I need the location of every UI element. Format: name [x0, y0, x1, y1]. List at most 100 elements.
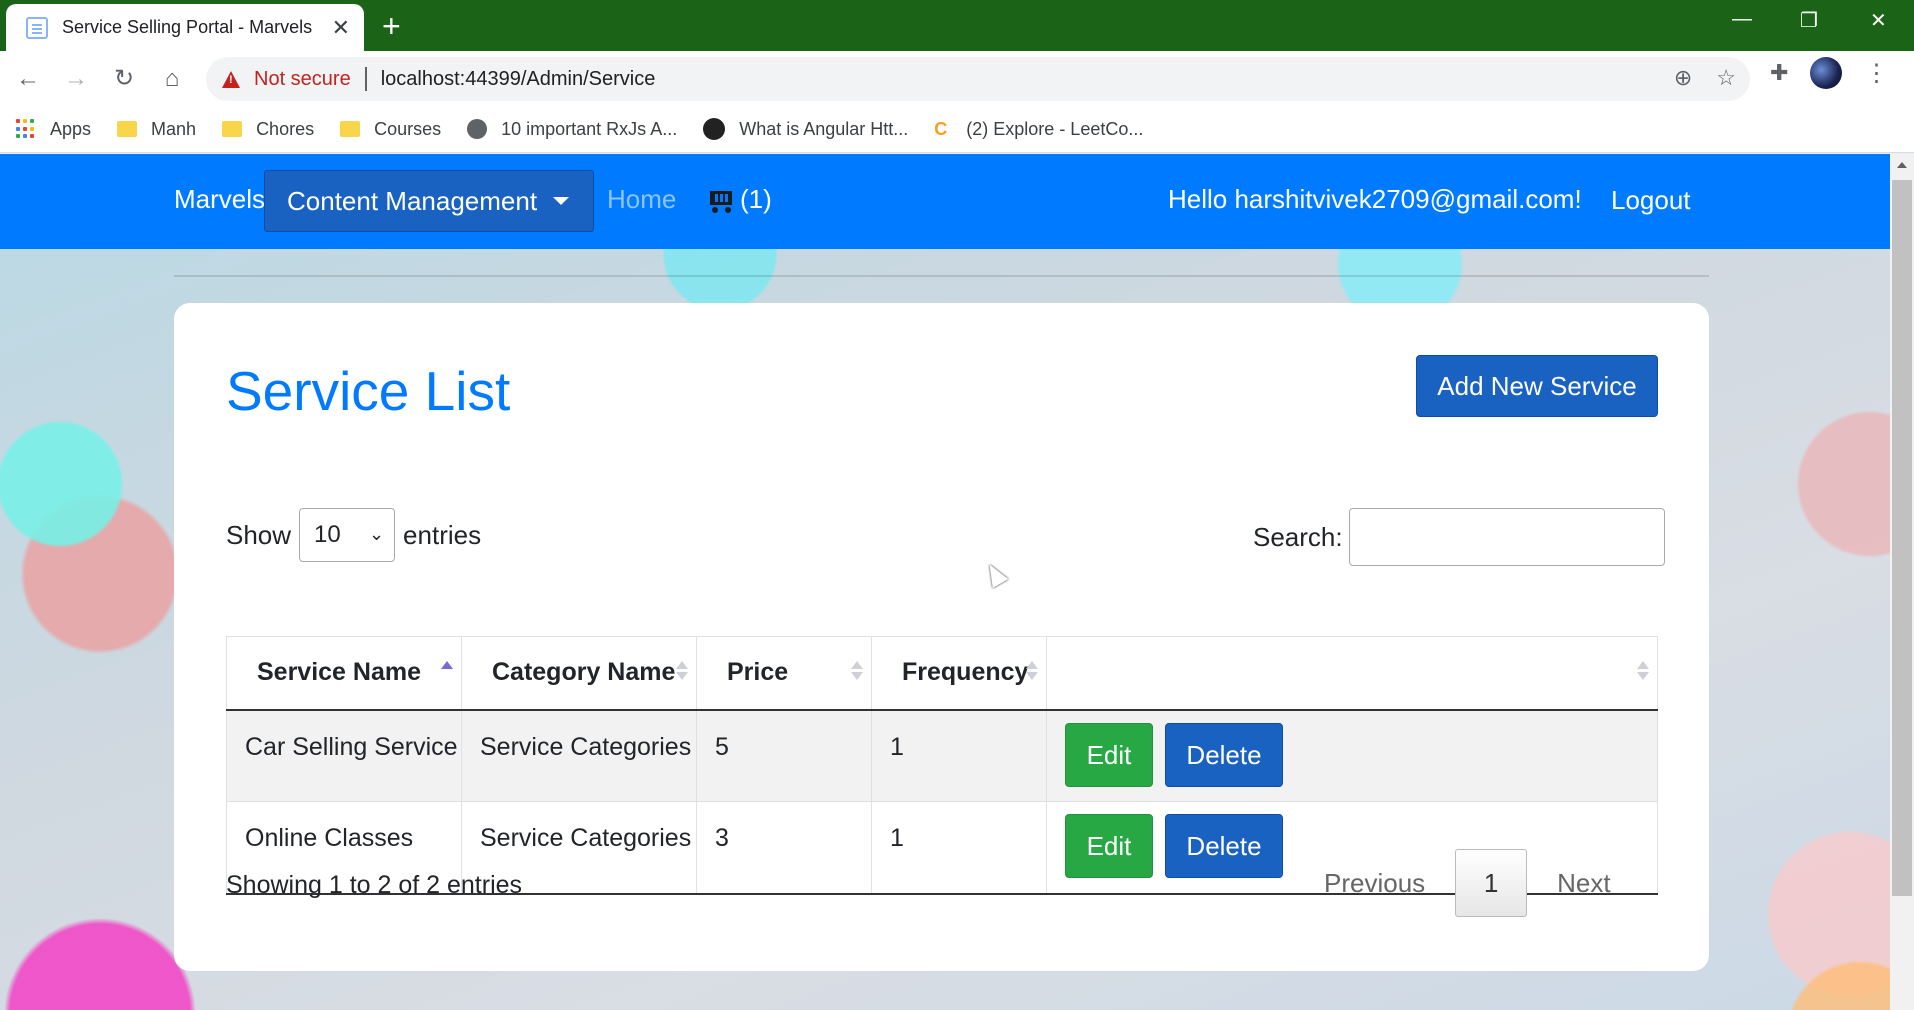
edit-button[interactable]: Edit	[1065, 814, 1153, 878]
column-header-actions[interactable]	[1046, 636, 1658, 711]
new-tab-icon[interactable]: +	[382, 8, 401, 45]
cell-frequency: 1	[871, 709, 1047, 802]
profile-avatar[interactable]	[1810, 57, 1843, 89]
browser-menu-icon[interactable]: ⋮	[1864, 59, 1888, 88]
show-label: Show	[226, 519, 292, 550]
address-bar[interactable]: Not secure localhost:44399/Admin/Service…	[206, 57, 1750, 101]
pagination: Previous 1 Next	[1324, 849, 1611, 917]
divider	[364, 67, 367, 91]
browser-toolbar: ← → ↻ ⌂ Not secure localhost:44399/Admin…	[0, 51, 1914, 106]
previous-page-button[interactable]: Previous	[1324, 868, 1455, 899]
sort-icon	[851, 661, 863, 685]
folder-icon	[117, 121, 138, 137]
folder-icon	[340, 121, 361, 137]
user-greeting[interactable]: Hello harshitvivek2709@gmail.com!	[1168, 184, 1582, 215]
extensions-icon[interactable]: ✚	[1770, 60, 1788, 86]
sort-icon	[1026, 661, 1038, 685]
page-scrollbar[interactable]	[1890, 154, 1914, 1010]
bookmarks-bar: Apps Manh Chores Courses 10 important Rx…	[0, 106, 1914, 153]
browser-tab-active[interactable]: Service Selling Portal - Marvels ✕	[6, 4, 364, 51]
table-row: Car Selling Service Service Categories 5…	[226, 709, 1658, 802]
cart-icon	[706, 187, 734, 213]
bookmark-leetcode[interactable]: C (2) Explore - LeetCo...	[934, 119, 1143, 140]
bookmark-folder-manh[interactable]: Manh	[117, 119, 196, 140]
bookmark-label: (2) Explore - LeetCo...	[966, 118, 1144, 139]
tab-title: Service Selling Portal - Marvels	[62, 17, 313, 37]
select-value: 10	[314, 521, 341, 548]
table-search: Search:	[1253, 508, 1665, 566]
logout-link[interactable]: Logout	[1611, 185, 1691, 216]
url-text[interactable]: localhost:44399/Admin/Service	[381, 68, 656, 91]
service-list-card: Service List Add New Service Show 10 ⌄ e…	[174, 303, 1709, 971]
column-header-service-name[interactable]: Service Name	[226, 636, 462, 711]
bookmark-star-icon[interactable]: ☆	[1716, 65, 1736, 91]
brand-link[interactable]: Marvels	[174, 184, 265, 215]
security-label[interactable]: Not secure	[254, 68, 351, 91]
column-header-label: Category Name	[492, 658, 676, 687]
browser-tab-strip: Service Selling Portal - Marvels ✕ + — ❐…	[0, 0, 1914, 51]
bookmark-rxjs[interactable]: 10 important RxJs A...	[467, 119, 677, 140]
table-header-row: Service Name Category Name Price Frequen…	[226, 636, 1658, 711]
entries-per-page-select[interactable]: 10 ⌄	[299, 508, 396, 562]
page-button-current[interactable]: 1	[1455, 849, 1528, 917]
warning-icon[interactable]	[222, 70, 240, 88]
site-navbar: Marvels Content Management Home (1) Hell…	[0, 154, 1890, 249]
caret-down-icon	[553, 197, 570, 205]
cart-link[interactable]: (1)	[706, 184, 772, 215]
entries-label: entries	[403, 519, 482, 550]
column-header-category-name[interactable]: Category Name	[461, 636, 697, 711]
cell-price: 3	[696, 801, 872, 895]
delete-button[interactable]: Delete	[1165, 814, 1283, 878]
cell-frequency: 1	[871, 801, 1047, 895]
home-icon[interactable]: ⌂	[148, 55, 196, 103]
window-close-icon[interactable]: ✕	[1870, 8, 1887, 33]
bookmark-label: What is Angular Htt...	[739, 118, 909, 139]
bookmark-label: Apps	[50, 118, 92, 139]
column-header-price[interactable]: Price	[696, 636, 872, 711]
table-info: Showing 1 to 2 of 2 entries	[226, 871, 523, 899]
edit-button[interactable]: Edit	[1065, 722, 1153, 787]
column-header-label: Price	[727, 658, 789, 687]
bookmark-label: Chores	[256, 118, 315, 139]
back-icon[interactable]: ←	[4, 55, 52, 103]
zoom-icon[interactable]: ⊕	[1674, 65, 1692, 91]
scroll-thumb[interactable]	[1892, 180, 1912, 896]
globe-icon	[467, 119, 488, 139]
page-icon	[26, 16, 48, 39]
cell-price: 5	[696, 709, 872, 802]
apps-icon	[16, 119, 36, 139]
content-management-dropdown[interactable]: Content Management	[264, 170, 594, 232]
nav-home-link[interactable]: Home	[607, 184, 676, 215]
dropdown-label: Content Management	[287, 185, 538, 216]
leetcode-icon: C	[934, 119, 948, 139]
bookmark-folder-courses[interactable]: Courses	[340, 119, 441, 140]
column-header-frequency[interactable]: Frequency	[871, 636, 1047, 711]
scroll-up-arrow-icon[interactable]	[1897, 162, 1907, 168]
cell-actions: Edit Delete	[1046, 709, 1658, 802]
minimize-icon[interactable]: —	[1732, 8, 1752, 31]
sort-icon	[1637, 661, 1649, 685]
bookmark-folder-chores[interactable]: Chores	[222, 119, 314, 140]
column-header-label: Frequency	[902, 658, 1029, 687]
restore-icon[interactable]: ❐	[1800, 8, 1818, 33]
page-viewport: Marvels Content Management Home (1) Hell…	[0, 154, 1890, 1010]
cell-category-name: Service Categories	[461, 709, 697, 802]
bookmark-angular[interactable]: What is Angular Htt...	[703, 118, 908, 140]
add-new-service-button[interactable]: Add New Service	[1416, 355, 1658, 417]
bookmark-apps[interactable]: Apps	[16, 119, 91, 140]
search-input[interactable]	[1348, 508, 1665, 566]
bookmark-label: 10 important RxJs A...	[501, 118, 678, 139]
tab-close-icon[interactable]: ✕	[332, 15, 350, 41]
entries-length-control: Show 10 ⌄ entries	[226, 508, 481, 562]
next-page-button[interactable]: Next	[1527, 868, 1610, 899]
divider	[174, 275, 1709, 277]
reload-icon[interactable]: ↻	[100, 55, 148, 103]
sort-icon	[676, 661, 688, 685]
cart-count: (1)	[740, 184, 772, 214]
forward-icon[interactable]: →	[52, 55, 100, 103]
folder-icon	[222, 121, 243, 137]
bookmark-label: Courses	[374, 118, 442, 139]
chevron-down-icon: ⌄	[368, 524, 385, 544]
delete-button[interactable]: Delete	[1165, 722, 1283, 787]
page-title: Service List	[226, 360, 511, 422]
